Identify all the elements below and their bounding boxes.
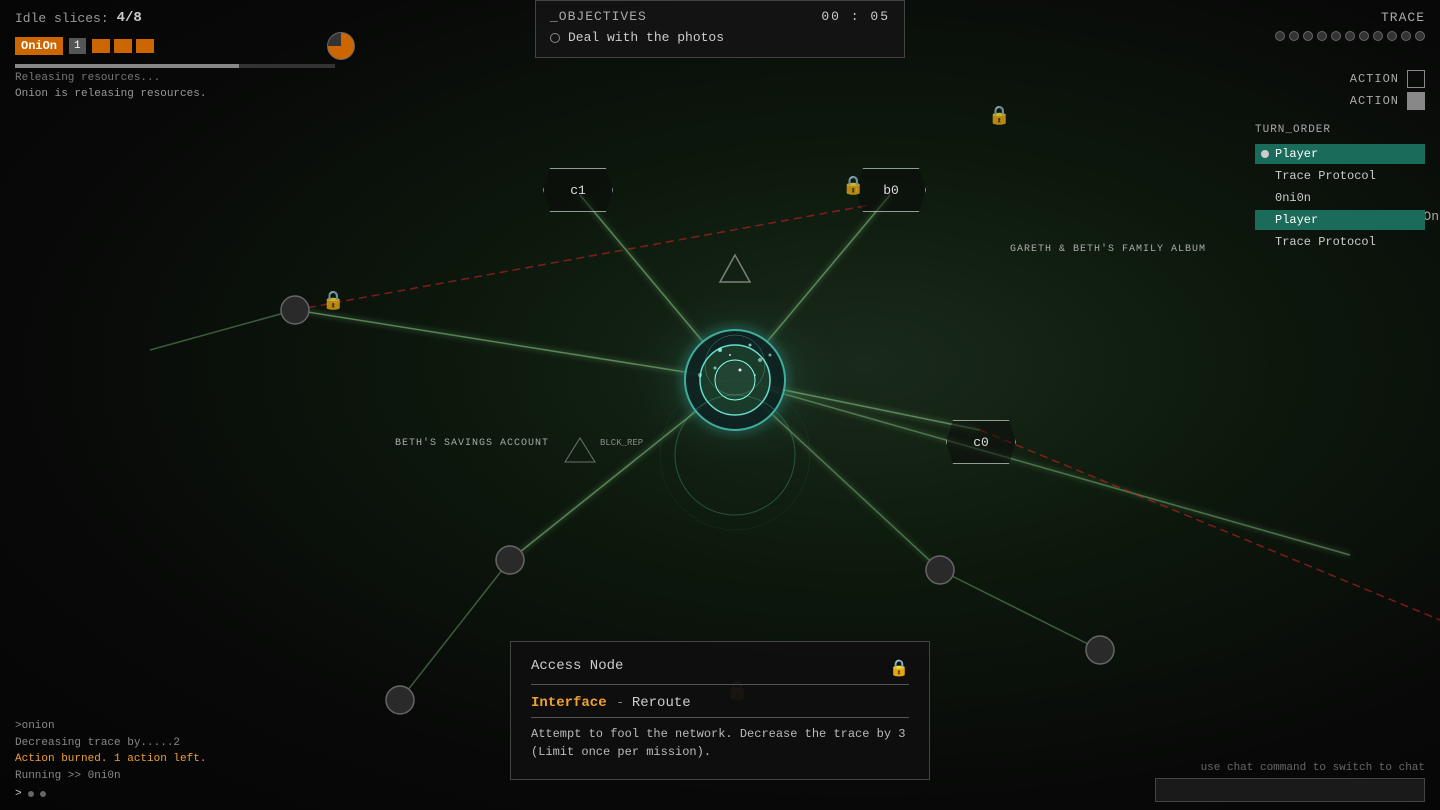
- node-c0[interactable]: c0: [946, 420, 1016, 464]
- pie-chart-icon: [327, 32, 355, 60]
- trace-pips: [1275, 31, 1425, 41]
- action-label-2: ACTION: [1350, 94, 1399, 108]
- idle-slices-bar: Idle slices: 4/8: [15, 10, 355, 26]
- action-pip-2: [114, 39, 132, 53]
- console-prompt-row: >: [15, 788, 355, 800]
- node-divider: [531, 684, 909, 685]
- trace-panel: TRACE: [1260, 0, 1440, 51]
- console-cursor: [28, 791, 34, 797]
- turn-dot-5: [1261, 238, 1269, 246]
- objectives-panel: _OBJECTIVES 00 : 05 Deal with the photos: [535, 0, 905, 58]
- top-left-panel: Idle slices: 4/8 OniOn 1 Releasing resou…: [0, 0, 370, 110]
- turn-dot-1: [1261, 150, 1269, 158]
- trace-title: TRACE: [1275, 10, 1425, 25]
- action-row-1: ACTION: [1255, 70, 1425, 88]
- ability-name: Interface: [531, 695, 607, 711]
- objectives-header: _OBJECTIVES 00 : 05: [550, 9, 890, 24]
- action-box-2: [1407, 92, 1425, 110]
- node-lock-icon: 🔒: [889, 658, 909, 678]
- right-panel: ACTION ACTION TURN_ORDER Player Trace Pr…: [1240, 60, 1440, 264]
- action-label-1: ACTION: [1350, 72, 1399, 86]
- agent-icon: [327, 32, 355, 60]
- trace-pip-2: [1289, 31, 1299, 41]
- ability-action: Reroute: [632, 695, 691, 711]
- turn-item-player-1: Player: [1255, 144, 1425, 164]
- progress-bar-container: [15, 64, 335, 68]
- onion-status-text: Onion is releasing resources.: [15, 88, 355, 100]
- svg-text:BLCK_REP: BLCK_REP: [600, 438, 643, 448]
- turn-dot-3: [1261, 194, 1269, 202]
- trace-pip-5: [1331, 31, 1341, 41]
- idle-label: Idle slices:: [15, 11, 109, 26]
- trace-pip-7: [1359, 31, 1369, 41]
- trace-pip-10: [1401, 31, 1411, 41]
- node-ability: Interface - Reroute: [531, 693, 909, 711]
- node-header: Access Node 🔒: [531, 658, 909, 678]
- action-row-2: ACTION: [1255, 92, 1425, 110]
- console-line-4: Running >> 0ni0n: [15, 768, 355, 785]
- releasing-text: Releasing resources...: [15, 72, 355, 84]
- objective-text: Deal with the photos: [568, 30, 724, 45]
- console-line-1: >onion: [15, 718, 355, 735]
- objectives-title: _OBJECTIVES: [550, 9, 647, 24]
- action-box-1: [1407, 70, 1425, 88]
- turn-item-onion: 0ni0n: [1255, 188, 1425, 208]
- trace-pip-4: [1317, 31, 1327, 41]
- label-savings: BETH'S SAVINGS ACCOUNT: [395, 438, 549, 449]
- console-line-3: Action burned. 1 action left.: [15, 751, 355, 768]
- action-pip-1: [92, 39, 110, 53]
- ability-description: Attempt to fool the network. Decrease th…: [531, 725, 909, 761]
- console-line-2: Decreasing trace by.....2: [15, 735, 355, 752]
- chat-hint: use chat command to switch to chat: [1155, 762, 1425, 774]
- objective-circle: [550, 33, 560, 43]
- turn-item-player-2: Player: [1255, 210, 1425, 230]
- slice-count: 4/8: [117, 10, 142, 26]
- lock-icon-3: 🔒: [322, 290, 344, 312]
- agent-row: OniOn 1: [15, 32, 355, 60]
- bottom-right-panel: use chat command to switch to chat: [1140, 754, 1440, 810]
- trace-pip-9: [1387, 31, 1397, 41]
- turn-item-trace-2: Trace Protocol: [1255, 232, 1425, 252]
- trace-pip-11: [1415, 31, 1425, 41]
- turn-order-title: TURN_ORDER: [1255, 124, 1425, 136]
- ability-dash-text: -: [616, 695, 632, 710]
- turn-order-section: TURN_ORDER Player Trace Protocol 0ni0n P…: [1255, 124, 1425, 252]
- node-b0[interactable]: b0: [856, 168, 926, 212]
- turn-dot-2: [1261, 172, 1269, 180]
- action-pips: [92, 39, 154, 53]
- node-info-panel: Access Node 🔒 Interface - Reroute Attemp…: [510, 641, 930, 780]
- turn-item-trace-1: Trace Protocol: [1255, 166, 1425, 186]
- node-title: Access Node: [531, 658, 623, 674]
- lock-icon-2: 🔒: [842, 175, 864, 197]
- action-pip-3: [136, 39, 154, 53]
- console-prompt: >: [15, 788, 22, 800]
- node-c1[interactable]: c1: [543, 168, 613, 212]
- console-cursor-2: [40, 791, 46, 797]
- objective-item: Deal with the photos: [550, 30, 890, 45]
- console-panel: >onion Decreasing trace by.....2 Action …: [0, 708, 370, 810]
- trace-pip-8: [1373, 31, 1383, 41]
- turn-dot-4: [1261, 216, 1269, 224]
- label-album: GARETH & BETH'S FAMILY ALBUM: [1010, 244, 1206, 255]
- trace-pip-1: [1275, 31, 1285, 41]
- agent-name-badge[interactable]: OniOn: [15, 37, 63, 55]
- chat-input-bar[interactable]: [1155, 778, 1425, 802]
- lock-icon-1: 🔒: [988, 105, 1010, 127]
- trace-pip-3: [1303, 31, 1313, 41]
- trace-pip-6: [1345, 31, 1355, 41]
- objectives-timer: 00 : 05: [821, 9, 890, 24]
- ability-divider: [531, 717, 909, 718]
- agent-level: 1: [69, 38, 86, 54]
- progress-bar-fill: [15, 64, 239, 68]
